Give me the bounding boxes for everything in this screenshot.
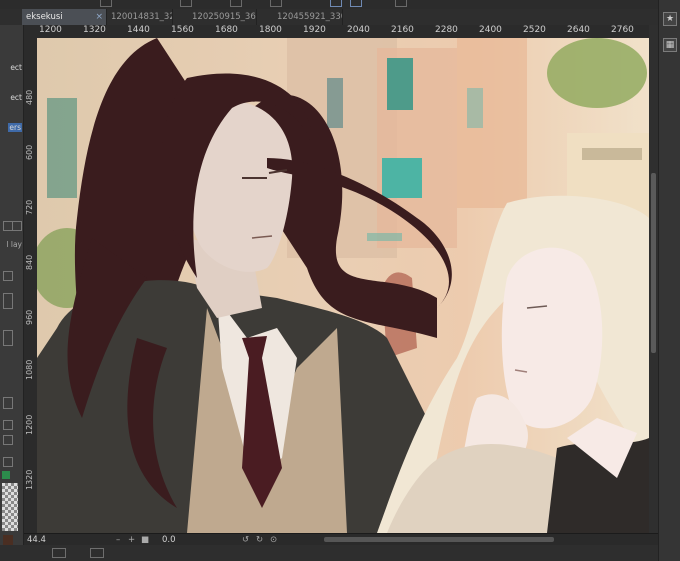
horizontal-ruler: 1200 1320 1440 1560 1680 1800 1920 2040 …	[37, 25, 649, 39]
ruler-tick-label: 2640	[567, 25, 590, 35]
chevron-right-icon[interactable]	[3, 330, 13, 346]
ruler-tick-label: 960	[25, 309, 34, 325]
tool-icon[interactable]	[395, 0, 407, 7]
layer-icon[interactable]	[3, 420, 13, 430]
chevron-down-icon[interactable]	[3, 397, 13, 409]
tool-icon[interactable]	[180, 0, 192, 7]
transparency-swatch[interactable]	[2, 483, 18, 531]
scrollbar-thumb[interactable]	[324, 537, 554, 542]
tab-label: eksekusi	[26, 12, 63, 22]
ruler-tick-label: 1560	[171, 25, 194, 35]
layer-icon[interactable]	[3, 457, 13, 467]
illustration	[37, 38, 649, 533]
tab-document[interactable]: 120014831_327	[107, 9, 173, 25]
ruler-tick-label: 2760	[611, 25, 634, 35]
ruler-tick-label: 1320	[25, 469, 34, 490]
panel-label[interactable]: ect	[10, 93, 22, 102]
tab-label: 120014831_327	[111, 12, 172, 22]
close-icon[interactable]: ×	[95, 9, 103, 25]
tool-icon[interactable]	[350, 0, 362, 7]
color-swatch[interactable]	[3, 535, 13, 545]
tab-eksekusi[interactable]: eksekusi ×	[22, 9, 107, 25]
ruler-tick-label: 1920	[303, 25, 326, 35]
ruler-tick-label: 2040	[347, 25, 370, 35]
tool-icon[interactable]	[230, 0, 242, 7]
window	[327, 78, 343, 128]
panel-label[interactable]: ect	[10, 63, 22, 72]
tab-document[interactable]: 120250915_360	[188, 9, 257, 25]
grid-icon[interactable]: ▦	[663, 38, 677, 52]
panel-icon[interactable]	[90, 548, 104, 558]
blonde-face	[501, 247, 603, 429]
lock-icon[interactable]	[3, 271, 13, 281]
tool-icon[interactable]	[100, 0, 112, 7]
ruler-tick-label: 720	[25, 199, 34, 215]
layer-icon[interactable]	[3, 435, 13, 445]
ruler-tick-label: 480	[25, 89, 34, 105]
tree	[547, 38, 647, 108]
left-panel: ect ect ers l lay	[0, 25, 24, 561]
scrollbar-thumb[interactable]	[651, 173, 656, 353]
ruler-tick-label: 600	[25, 144, 34, 160]
tool-icon[interactable]	[330, 0, 342, 7]
ruler-tick-label: 1080	[25, 359, 34, 380]
ruler-tick-label: 840	[25, 254, 34, 270]
tool-icon[interactable]	[270, 0, 282, 7]
ruler-tick-label: 1800	[259, 25, 282, 35]
window	[467, 88, 483, 128]
window	[47, 98, 77, 198]
document-tab-bar: eksekusi × 120014831_327 120250915_360 1…	[0, 9, 660, 25]
panel-label: l lay	[6, 240, 22, 249]
tab-label: 120250915_360	[192, 12, 257, 22]
ruler-tick-label: 1200	[25, 414, 34, 435]
vertical-ruler: 480 600 720 840 960 1080 1200 1320	[24, 25, 38, 533]
ruler-tick-label: 1440	[127, 25, 150, 35]
color-swatch[interactable]	[2, 471, 10, 479]
panel-icon[interactable]	[52, 548, 66, 558]
window	[387, 58, 413, 110]
star-icon[interactable]: ★	[663, 12, 677, 26]
trash-icon[interactable]	[12, 221, 22, 231]
ruler-tick-label: 2280	[435, 25, 458, 35]
ruler-tick-label: 1200	[39, 25, 62, 35]
tab-document[interactable]: 120455921_330	[273, 9, 343, 25]
bottom-bar	[0, 545, 658, 561]
ruler-tick-label: 1680	[215, 25, 238, 35]
panel-label[interactable]: ers	[8, 123, 22, 132]
ruler-tick-label: 2520	[523, 25, 546, 35]
vertical-scrollbar[interactable]	[649, 25, 658, 533]
tab-label: 120455921_330	[277, 12, 343, 22]
drawing-canvas[interactable]	[37, 38, 649, 533]
right-dock: ★ ▦	[658, 0, 680, 561]
ruler-tick-label: 1320	[83, 25, 106, 35]
ruler-tick-label: 2400	[479, 25, 502, 35]
chevron-down-icon[interactable]	[3, 293, 13, 309]
ruler-tick-label: 2160	[391, 25, 414, 35]
window	[382, 158, 422, 198]
